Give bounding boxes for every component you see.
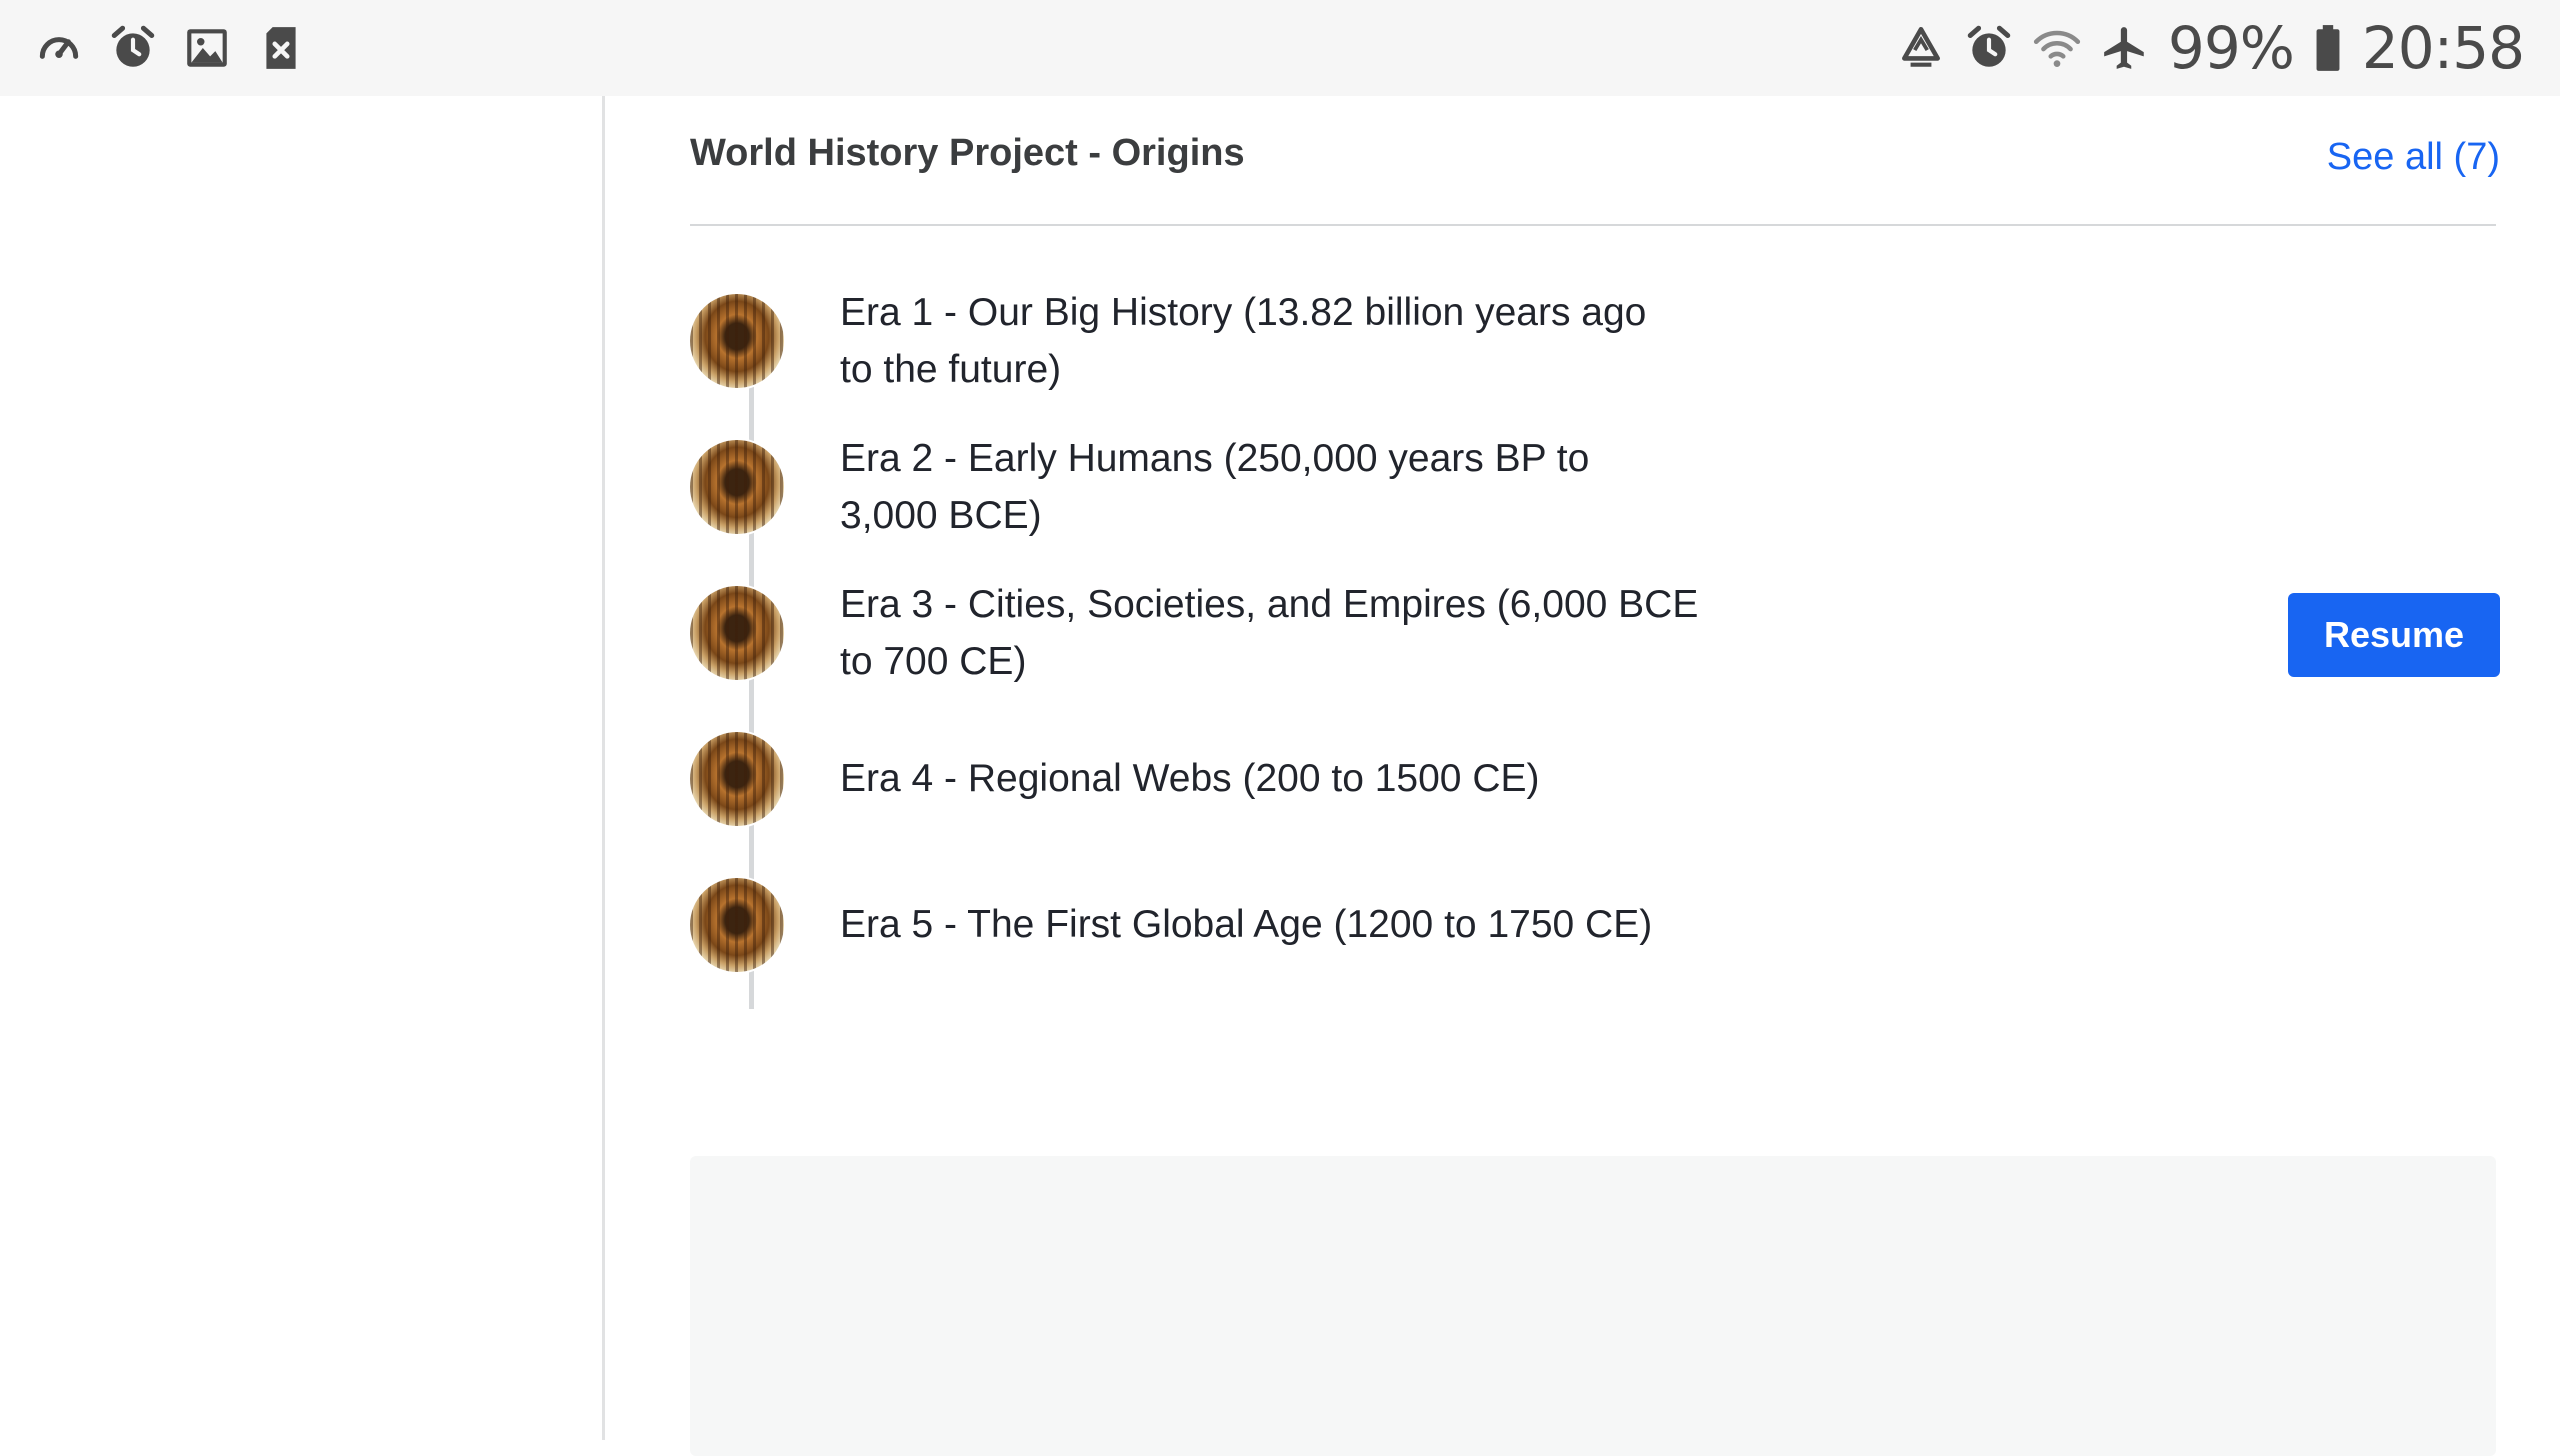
left-sidebar (0, 96, 605, 1440)
main-content: World History Project - Origins See all … (606, 96, 2560, 1456)
item-title-line: to 700 CE) (840, 640, 1027, 683)
item-title-line: to the future) (840, 348, 1062, 391)
course-thumbnail (690, 878, 784, 972)
course-thumbnail (690, 294, 784, 388)
image-icon (182, 23, 232, 73)
item-title: Era 4 - Regional Webs (200 to 1500 CE) (840, 750, 1700, 807)
sd-card-error-icon (256, 23, 306, 73)
alarm-icon (108, 23, 158, 73)
list-item[interactable]: Era 2 - Early Humans (250,000 years BP t… (690, 437, 2496, 560)
resume-button[interactable]: Resume (2288, 593, 2500, 677)
content-card-placeholder (690, 1156, 2496, 1456)
alarm-icon (1964, 23, 2014, 73)
wifi-icon (2032, 23, 2082, 73)
section-divider (690, 224, 2496, 226)
list-item[interactable]: Era 1 - Our Big History (13.82 billion y… (690, 291, 2496, 414)
course-thumbnail (690, 440, 784, 534)
course-thumbnail (690, 732, 784, 826)
item-title-line: Era 1 - Our Big History (13.82 billion y… (840, 291, 1647, 334)
airplane-icon (2100, 23, 2150, 73)
status-bar: 99% 20:58 (0, 0, 2560, 96)
list-item[interactable]: Era 4 - Regional Webs (200 to 1500 CE) (690, 732, 2496, 852)
item-title-line: Era 5 - The First Global Age (1200 to 17… (840, 903, 1653, 946)
list-item[interactable]: Era 3 - Cities, Societies, and Empires (… (690, 583, 2496, 706)
item-title: Era 3 - Cities, Societies, and Empires (… (840, 576, 1700, 690)
item-title: Era 2 - Early Humans (250,000 years BP t… (840, 430, 1700, 544)
item-title-line: Era 2 - Early Humans (250,000 years BP t… (840, 437, 1590, 480)
status-right-icons: 99% 20:58 (1896, 0, 2525, 96)
see-all-link[interactable]: See all (7) (2327, 136, 2500, 179)
recycle-icon (1896, 23, 1946, 73)
item-title: Era 1 - Our Big History (13.82 billion y… (840, 284, 1700, 398)
battery-percent: 99% (2167, 14, 2295, 82)
clock: 20:58 (2361, 14, 2525, 82)
speedometer-icon (34, 23, 84, 73)
status-left-icons (34, 0, 306, 96)
course-thumbnail (690, 586, 784, 680)
item-title-line: Era 4 - Regional Webs (200 to 1500 CE) (840, 757, 1540, 800)
item-title: Era 5 - The First Global Age (1200 to 17… (840, 896, 1700, 953)
battery-icon (2312, 23, 2344, 73)
item-title-line: Era 3 - Cities, Societies, and Empires (… (840, 583, 1699, 626)
section-title: World History Project - Origins (690, 132, 1245, 174)
item-title-line: 3,000 BCE) (840, 494, 1042, 537)
list-item[interactable]: Era 5 - The First Global Age (1200 to 17… (690, 878, 2496, 998)
